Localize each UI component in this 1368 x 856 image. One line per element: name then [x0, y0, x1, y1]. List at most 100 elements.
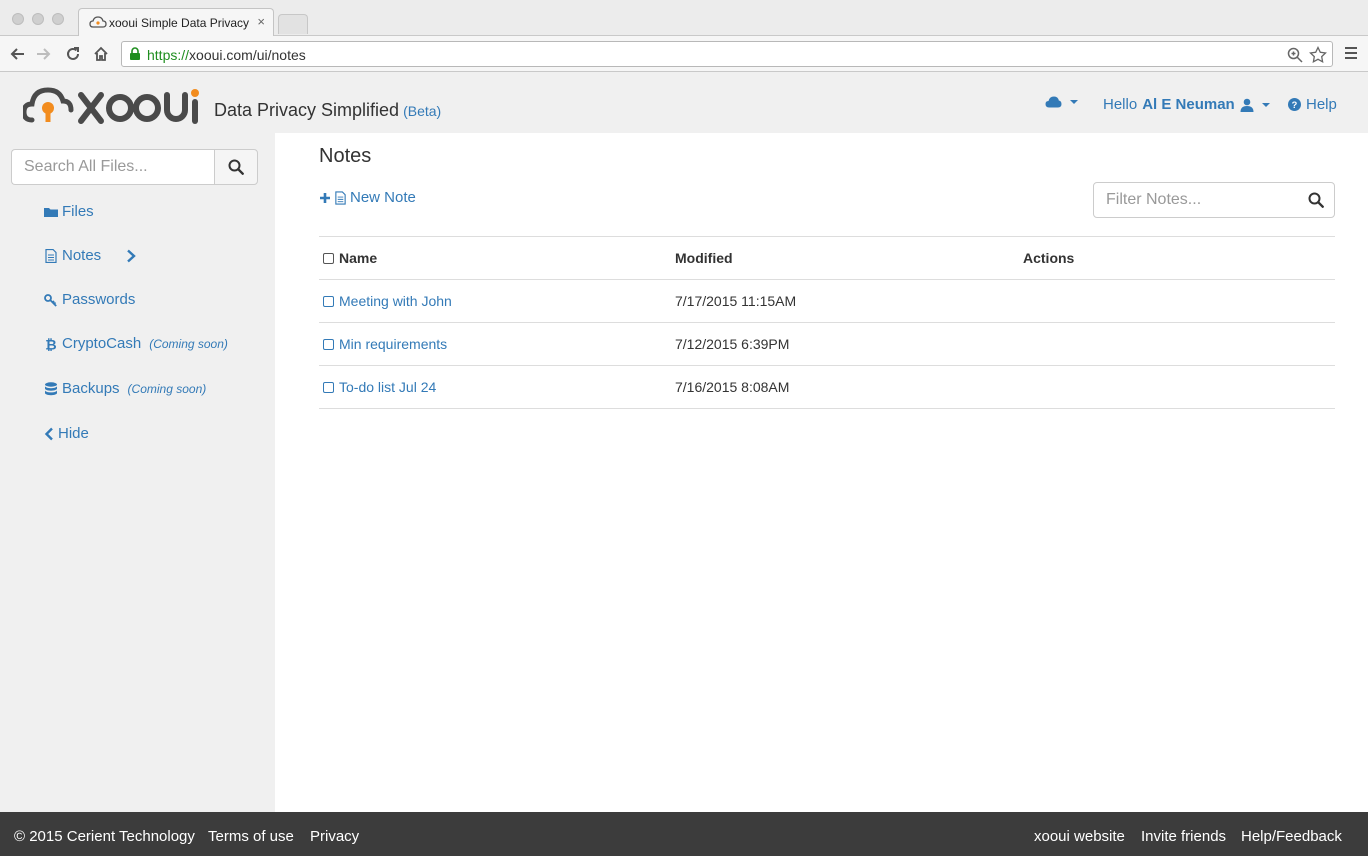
- sidebar-item-label: Passwords: [62, 291, 136, 308]
- url-path: xooui.com/ui/notes: [189, 47, 306, 63]
- note-name: To-do list Jul 24: [339, 379, 437, 395]
- note-modified: 7/17/2015 11:15AM: [671, 279, 1019, 323]
- notes-table: Name Modified Actions Meeting with John …: [319, 236, 1335, 409]
- sidebar-item-files[interactable]: Files: [44, 203, 94, 220]
- tagline-text: Data Privacy Simplified: [214, 100, 400, 120]
- copyright-text: © 2015 Cerient Technology: [14, 828, 195, 845]
- column-header-modified[interactable]: Modified: [671, 236, 1019, 280]
- window-close-button[interactable]: [12, 13, 24, 25]
- chevron-right-icon: [127, 249, 136, 262]
- sidebar-search: [11, 149, 258, 185]
- browser-tab-bar: xooui Simple Data Privacy ×: [0, 0, 1368, 36]
- user-icon: [1240, 98, 1254, 112]
- window-minimize-button[interactable]: [32, 13, 44, 25]
- sidebar-item-notes[interactable]: Notes: [44, 247, 137, 264]
- address-bar[interactable]: https://xooui.com/ui/notes: [121, 41, 1333, 67]
- sidebar-item-label: CryptoCash: [62, 335, 142, 352]
- new-note-button[interactable]: New Note: [319, 189, 416, 206]
- note-name: Min requirements: [339, 336, 448, 352]
- search-icon[interactable]: [1308, 192, 1324, 208]
- lock-icon: [130, 47, 140, 60]
- reload-button[interactable]: [62, 43, 84, 65]
- select-all-checkbox[interactable]: [323, 253, 334, 264]
- window-zoom-button[interactable]: [52, 13, 64, 25]
- tab-title: xooui Simple Data Privacy: [109, 16, 250, 30]
- sidebar-item-backups[interactable]: Backups (Coming soon): [44, 380, 206, 397]
- browser-toolbar: https://xooui.com/ui/notes: [0, 36, 1368, 72]
- note-link[interactable]: Meeting with John: [323, 293, 452, 309]
- row-checkbox[interactable]: [323, 339, 334, 350]
- cloud-icon: [1045, 96, 1062, 108]
- column-header-label: Name: [339, 250, 378, 266]
- bitcoin-icon: ₿: [45, 337, 56, 351]
- forward-button[interactable]: [33, 43, 55, 65]
- search-icon: [228, 159, 244, 175]
- sidebar: Files Notes Passwords ₿ CryptoCash (Comi…: [0, 133, 275, 812]
- svg-text:?: ?: [1292, 100, 1298, 110]
- new-tab-button[interactable]: [278, 14, 308, 34]
- note-link[interactable]: Min requirements: [323, 336, 447, 352]
- question-circle-icon: ?: [1288, 98, 1301, 111]
- invite-friends-link[interactable]: Invite friends: [1141, 828, 1226, 845]
- sidebar-item-label: Notes: [62, 247, 102, 264]
- filter-notes-box: [1093, 182, 1335, 218]
- back-button[interactable]: [6, 43, 28, 65]
- arrow-left-icon: [10, 48, 24, 60]
- app-header: Data Privacy Simplified (Beta) Hello Al E…: [0, 72, 1368, 133]
- database-icon: [45, 381, 57, 395]
- chevron-down-icon: [1070, 100, 1078, 104]
- filter-notes-input[interactable]: [1094, 183, 1294, 217]
- page-title: Notes: [319, 145, 372, 167]
- app-tagline: Data Privacy Simplified (Beta): [214, 100, 441, 121]
- sidebar-item-label: Backups: [62, 380, 120, 397]
- reload-icon: [67, 47, 79, 60]
- bookmark-star-icon[interactable]: [1309, 46, 1327, 64]
- search-input[interactable]: [11, 149, 215, 185]
- cloud-menu-button[interactable]: [1045, 96, 1078, 108]
- coming-soon-note: (Coming soon): [127, 381, 207, 396]
- note-actions: [1019, 365, 1335, 409]
- xooui-logo[interactable]: [23, 82, 203, 128]
- user-menu-button[interactable]: Hello Al E Neuman: [1103, 96, 1270, 113]
- tab-close-icon[interactable]: ×: [257, 14, 265, 29]
- user-greeting: Hello: [1103, 96, 1138, 113]
- sidebar-item-label: Files: [62, 203, 94, 220]
- url-scheme: https://: [147, 47, 190, 63]
- sidebar-item-cryptocash[interactable]: ₿ CryptoCash (Coming soon): [44, 335, 228, 352]
- note-actions: [1019, 279, 1335, 323]
- xooui-website-link[interactable]: xooui website: [1034, 828, 1125, 845]
- note-modified: 7/16/2015 8:08AM: [671, 365, 1019, 409]
- xooui-favicon-icon: [89, 16, 107, 28]
- note-name: Meeting with John: [339, 293, 452, 309]
- file-text-icon: [335, 190, 346, 205]
- sidebar-item-passwords[interactable]: Passwords: [44, 291, 135, 308]
- beta-badge: (Beta): [403, 103, 442, 119]
- terms-of-use-link[interactable]: Terms of use: [208, 828, 294, 845]
- home-button[interactable]: [90, 43, 112, 65]
- chevron-down-icon: [1261, 102, 1270, 107]
- column-header-actions: Actions: [1019, 236, 1335, 280]
- table-row: To-do list Jul 24 7/16/2015 8:08AM: [319, 365, 1335, 409]
- coming-soon-note: (Coming soon): [149, 336, 228, 351]
- help-link[interactable]: ? Help: [1288, 96, 1337, 113]
- column-header-name[interactable]: Name: [319, 236, 671, 280]
- privacy-link[interactable]: Privacy: [310, 828, 359, 845]
- footer: © 2015 Cerient Technology Terms of use P…: [0, 812, 1368, 856]
- help-feedback-link[interactable]: Help/Feedback: [1241, 828, 1342, 845]
- url-text: https://xooui.com/ui/notes: [147, 47, 306, 63]
- browser-tab[interactable]: xooui Simple Data Privacy ×: [78, 8, 274, 36]
- hamburger-menu-icon[interactable]: [1344, 46, 1358, 60]
- chevron-left-icon: [44, 427, 53, 440]
- main-content: Notes New Note Name Modified Actions Mee…: [275, 133, 1368, 812]
- sidebar-item-hide[interactable]: Hide: [44, 425, 89, 442]
- search-button[interactable]: [214, 149, 258, 185]
- row-checkbox[interactable]: [323, 382, 334, 393]
- plus-icon: [320, 192, 330, 203]
- file-text-icon: [45, 248, 57, 263]
- row-checkbox[interactable]: [323, 296, 334, 307]
- zoom-icon[interactable]: [1286, 46, 1304, 64]
- table-row: Meeting with John 7/17/2015 11:15AM: [319, 279, 1335, 323]
- sidebar-item-label: Hide: [58, 425, 89, 442]
- note-link[interactable]: To-do list Jul 24: [323, 379, 436, 395]
- table-row: Min requirements 7/12/2015 6:39PM: [319, 322, 1335, 366]
